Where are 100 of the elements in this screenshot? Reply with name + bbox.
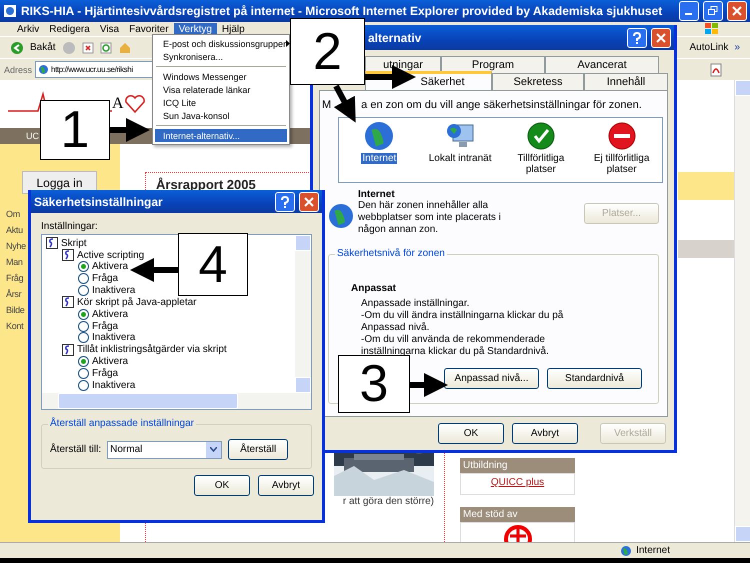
- question-mark-icon: [281, 196, 289, 208]
- instruction-text: M: [322, 99, 332, 111]
- help-button[interactable]: [275, 192, 295, 212]
- radio-button[interactable]: [78, 284, 89, 296]
- option-label: Inaktivera: [92, 332, 136, 344]
- close-button[interactable]: [299, 192, 319, 212]
- windows-logo-icon: [704, 22, 720, 36]
- option-label: Aktivera: [92, 356, 128, 368]
- zone-item[interactable]: Lokalt intranät: [428, 153, 493, 164]
- close-button[interactable]: [727, 1, 747, 21]
- reset-button[interactable]: Återställ: [228, 439, 288, 460]
- menu-item[interactable]: Visa relaterade länkar: [155, 83, 287, 96]
- script-icon: [62, 296, 74, 308]
- dialog-button[interactable]: Avbryt: [258, 475, 314, 496]
- tab[interactable]: Avancerat: [545, 56, 659, 73]
- radio-button[interactable]: [78, 320, 89, 332]
- report-heading: Årsrapport 2005: [156, 177, 257, 192]
- group-title: Återställ anpassade inställningar: [48, 418, 196, 429]
- menu-item[interactable]: E-post och diskussionsgrupper: [155, 37, 287, 50]
- restore-button[interactable]: [703, 1, 723, 21]
- dialog-button[interactable]: Avbryt: [512, 423, 578, 444]
- menu-item[interactable]: Internet-alternativ...: [155, 129, 287, 142]
- step-number: 2: [290, 18, 365, 85]
- toolbar-chevron[interactable]: »: [734, 42, 740, 53]
- menu-item[interactable]: Redigera: [44, 22, 95, 36]
- step-number: 4: [178, 233, 248, 296]
- dialog-button[interactable]: OK: [438, 423, 504, 444]
- autolink-button[interactable]: AutoLink: [690, 42, 728, 53]
- group-title: Säkerhetsnivå för zonen: [335, 248, 447, 259]
- menu-item[interactable]: ICQ Lite: [155, 96, 287, 109]
- zone-item[interactable]: Internet: [361, 153, 398, 164]
- page-menu-strip: [678, 240, 734, 258]
- arrow: [110, 118, 150, 142]
- scrollbar[interactable]: [734, 80, 750, 542]
- arrow: [333, 84, 356, 123]
- radio-button[interactable]: [78, 380, 89, 391]
- option-label: Aktivera: [92, 308, 128, 320]
- zone-description: Den här zonen innehåller alla webbplatser som inte placerats i någon annan zon.: [358, 200, 502, 236]
- horizontal-scrollbar[interactable]: [42, 393, 311, 409]
- level-description: Anpassade inställningar.: [361, 298, 470, 310]
- back-button-label[interactable]: Bakåt: [30, 42, 56, 53]
- help-button[interactable]: [627, 28, 647, 48]
- menu-item[interactable]: Arkiv: [12, 22, 44, 36]
- course-link[interactable]: QUICC plus: [490, 477, 544, 488]
- sidebar-box-title: Utbildning: [460, 458, 575, 473]
- level-description: -Om du vill ändra inställningarna klickar du på Anpassad nivå.: [361, 310, 564, 334]
- option-label: Inaktivera: [92, 380, 136, 391]
- internet-zone-icon: [620, 544, 632, 556]
- tree-item[interactable]: Skript: [61, 238, 87, 248]
- dialog-button[interactable]: OK: [194, 475, 250, 496]
- level-button[interactable]: Anpassad nivå...: [444, 368, 539, 389]
- tree-item[interactable]: Active scripting: [77, 250, 144, 260]
- close-icon: [656, 32, 666, 42]
- menu-item[interactable]: Verktyg: [174, 22, 217, 36]
- nav-tab[interactable]: UC: [26, 131, 39, 141]
- radio-button[interactable]: [78, 261, 89, 272]
- dialog-title: Säkerhetsinställningar: [34, 194, 164, 208]
- menu-item[interactable]: Windows Messenger: [155, 70, 287, 83]
- option-label: Fråga: [92, 320, 118, 332]
- pdf-icon: [709, 62, 723, 76]
- script-icon: [62, 344, 74, 356]
- minimize-button[interactable]: [679, 1, 699, 21]
- step-number: 3: [338, 355, 410, 413]
- heart-icon: [124, 94, 146, 114]
- radio-button[interactable]: [78, 356, 89, 368]
- menu-item[interactable]: Visa: [94, 22, 124, 36]
- settings-label: Inställningar:: [40, 220, 99, 234]
- tree-item[interactable]: Kör skript på Java-appletar: [77, 296, 197, 308]
- zone-name: Internet: [358, 189, 396, 200]
- option-label: Aktivera: [92, 261, 128, 272]
- menu-item[interactable]: Sun Java-konsol: [155, 109, 287, 122]
- menu-item[interactable]: Hjälp: [216, 22, 250, 36]
- step-number: 1: [40, 100, 110, 160]
- radio-button[interactable]: [78, 308, 89, 320]
- zone-item[interactable]: Ej tillförlitliga platser: [584, 153, 660, 175]
- restore-icon: [708, 6, 718, 16]
- menu-item[interactable]: Synkronisera...: [155, 50, 287, 63]
- radio-button[interactable]: [78, 273, 89, 284]
- tree-item[interactable]: Tillåt inklistringsåtgärder via skript: [77, 344, 227, 356]
- refresh-icon: [100, 42, 112, 54]
- close-button[interactable]: [651, 28, 671, 48]
- reset-select[interactable]: Normal: [107, 440, 222, 458]
- check-icon: [526, 121, 556, 151]
- arrow: [410, 373, 448, 397]
- close-icon: [304, 196, 314, 206]
- close-icon: [732, 6, 742, 16]
- tab[interactable]: Program: [441, 56, 545, 73]
- tab[interactable]: Sekretess: [492, 73, 584, 90]
- tab[interactable]: Innehåll: [584, 73, 668, 90]
- zone-item[interactable]: Tillförlitliga platser: [503, 153, 578, 175]
- sidebar-box-title: Med stöd av: [460, 507, 575, 522]
- radio-button[interactable]: [78, 368, 89, 379]
- dropdown-caret-icon: [210, 447, 218, 452]
- option-label: Fråga: [92, 273, 118, 284]
- vertical-scrollbar[interactable]: [295, 235, 311, 393]
- radio-button[interactable]: [78, 332, 89, 344]
- level-button[interactable]: Standardnivå: [547, 368, 642, 389]
- page-icon: [38, 64, 50, 75]
- image-caption: r att göra den större): [342, 496, 434, 507]
- menu-item[interactable]: Favoriter: [124, 22, 174, 36]
